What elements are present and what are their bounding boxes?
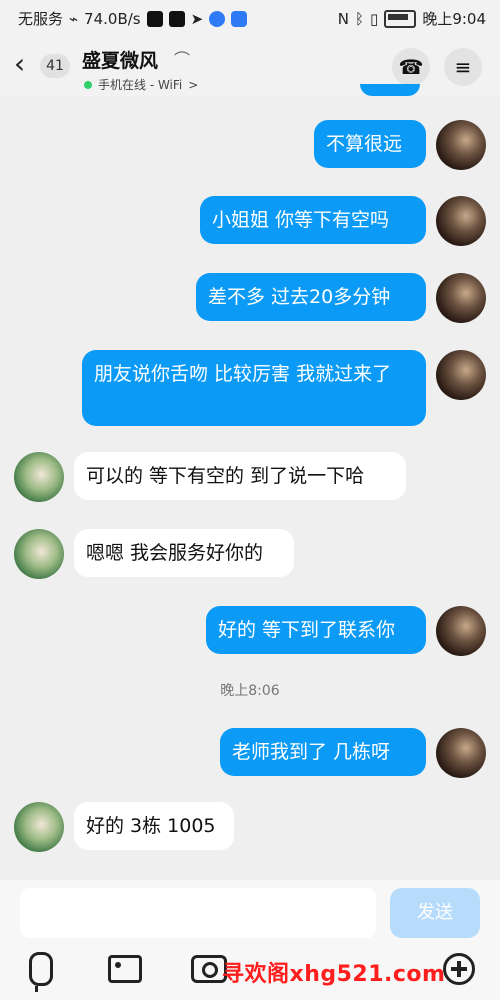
chat-header: ‹ 41 盛夏微风 ⌒ 手机在线 - WiFi > ☎ ≡ bbox=[0, 34, 500, 96]
app-icon bbox=[209, 10, 226, 27]
my-avatar[interactable] bbox=[436, 120, 486, 170]
contact-avatar[interactable] bbox=[14, 802, 64, 852]
online-dot bbox=[84, 80, 92, 89]
status-bar: 无服务 ⌁ 74.0B/s ➤ N ᛒ ▯ 晚上9:04 bbox=[0, 0, 500, 34]
battery-icon bbox=[384, 9, 417, 28]
nfc-icon: N bbox=[337, 9, 350, 28]
my-avatar[interactable] bbox=[436, 606, 486, 656]
timestamp: 晚上8:06 bbox=[220, 683, 280, 699]
status-left: 无服务 ⌁ 74.0B/s ➤ bbox=[18, 8, 248, 29]
watermark-text: 寻欢阁xhg521.com bbox=[222, 962, 446, 987]
vibrate-icon: ▯ bbox=[370, 9, 379, 28]
ear-icon: ⌒ bbox=[174, 50, 191, 69]
outgoing-bubble[interactable]: 好的 等下到了联系你 bbox=[206, 606, 426, 654]
call-button[interactable]: ☎ bbox=[392, 48, 430, 86]
contact-avatar[interactable] bbox=[14, 452, 64, 502]
tiktok-icon bbox=[168, 10, 185, 27]
my-avatar[interactable] bbox=[436, 728, 486, 778]
my-avatar[interactable] bbox=[436, 350, 486, 400]
image-icon bbox=[108, 955, 142, 983]
chevron-right-icon: > bbox=[188, 77, 199, 92]
online-status-text: 手机在线 - WiFi bbox=[98, 78, 183, 92]
no-service-text: 无服务 bbox=[18, 10, 64, 28]
image-button[interactable] bbox=[106, 950, 144, 988]
contact-avatar[interactable] bbox=[14, 529, 64, 579]
outgoing-bubble[interactable]: 老师我到了 几栋呀 bbox=[220, 728, 426, 776]
my-avatar[interactable] bbox=[436, 273, 486, 323]
telegram-icon: ➤ bbox=[190, 9, 204, 28]
more-button[interactable] bbox=[440, 950, 478, 988]
menu-button[interactable]: ≡ bbox=[444, 48, 482, 86]
plus-icon bbox=[443, 953, 475, 985]
outgoing-bubble[interactable]: 小姐姐 你等下有空吗 bbox=[200, 196, 426, 244]
incoming-bubble[interactable]: 嗯嗯 我会服务好你的 bbox=[74, 529, 294, 577]
back-arrow-icon[interactable]: ‹ bbox=[14, 50, 25, 78]
send-button[interactable]: 发送 bbox=[390, 888, 480, 938]
incoming-bubble[interactable]: 好的 3栋 1005 bbox=[74, 802, 234, 850]
wifi-icon: ⌁ bbox=[69, 9, 79, 28]
voice-button[interactable] bbox=[22, 950, 60, 992]
lock-icon bbox=[146, 10, 163, 27]
outgoing-bubble[interactable]: 差不多 过去20多分钟 bbox=[196, 273, 426, 321]
bluetooth-icon: ᛒ bbox=[355, 9, 365, 28]
hamburger-icon: ≡ bbox=[454, 55, 472, 79]
network-speed: 74.0B/s bbox=[84, 9, 141, 28]
phone-icon: ☎ bbox=[398, 55, 424, 79]
shield-icon bbox=[231, 10, 248, 27]
my-avatar[interactable] bbox=[436, 196, 486, 246]
outgoing-bubble[interactable]: 朋友说你舌吻 比较厉害 我就过来了 bbox=[82, 350, 426, 426]
incoming-bubble[interactable]: 可以的 等下有空的 到了说一下哈 bbox=[74, 452, 406, 500]
online-status: 手机在线 - WiFi > bbox=[84, 76, 198, 93]
unread-count-badge[interactable]: 41 bbox=[40, 54, 70, 78]
chat-area[interactable]: 不算很远 小姐姐 你等下有空吗 差不多 过去20多分钟 朋友说你舌吻 比较厉害 … bbox=[0, 96, 500, 880]
contact-name: 盛夏微风 bbox=[82, 50, 159, 72]
previous-message-fragment bbox=[360, 84, 420, 96]
message-input[interactable] bbox=[20, 888, 376, 938]
outgoing-bubble[interactable]: 不算很远 bbox=[314, 120, 426, 168]
microphone-icon bbox=[29, 952, 53, 992]
status-time: 晚上9:04 bbox=[422, 10, 486, 28]
status-right: N ᛒ ▯ 晚上9:04 bbox=[338, 8, 486, 29]
